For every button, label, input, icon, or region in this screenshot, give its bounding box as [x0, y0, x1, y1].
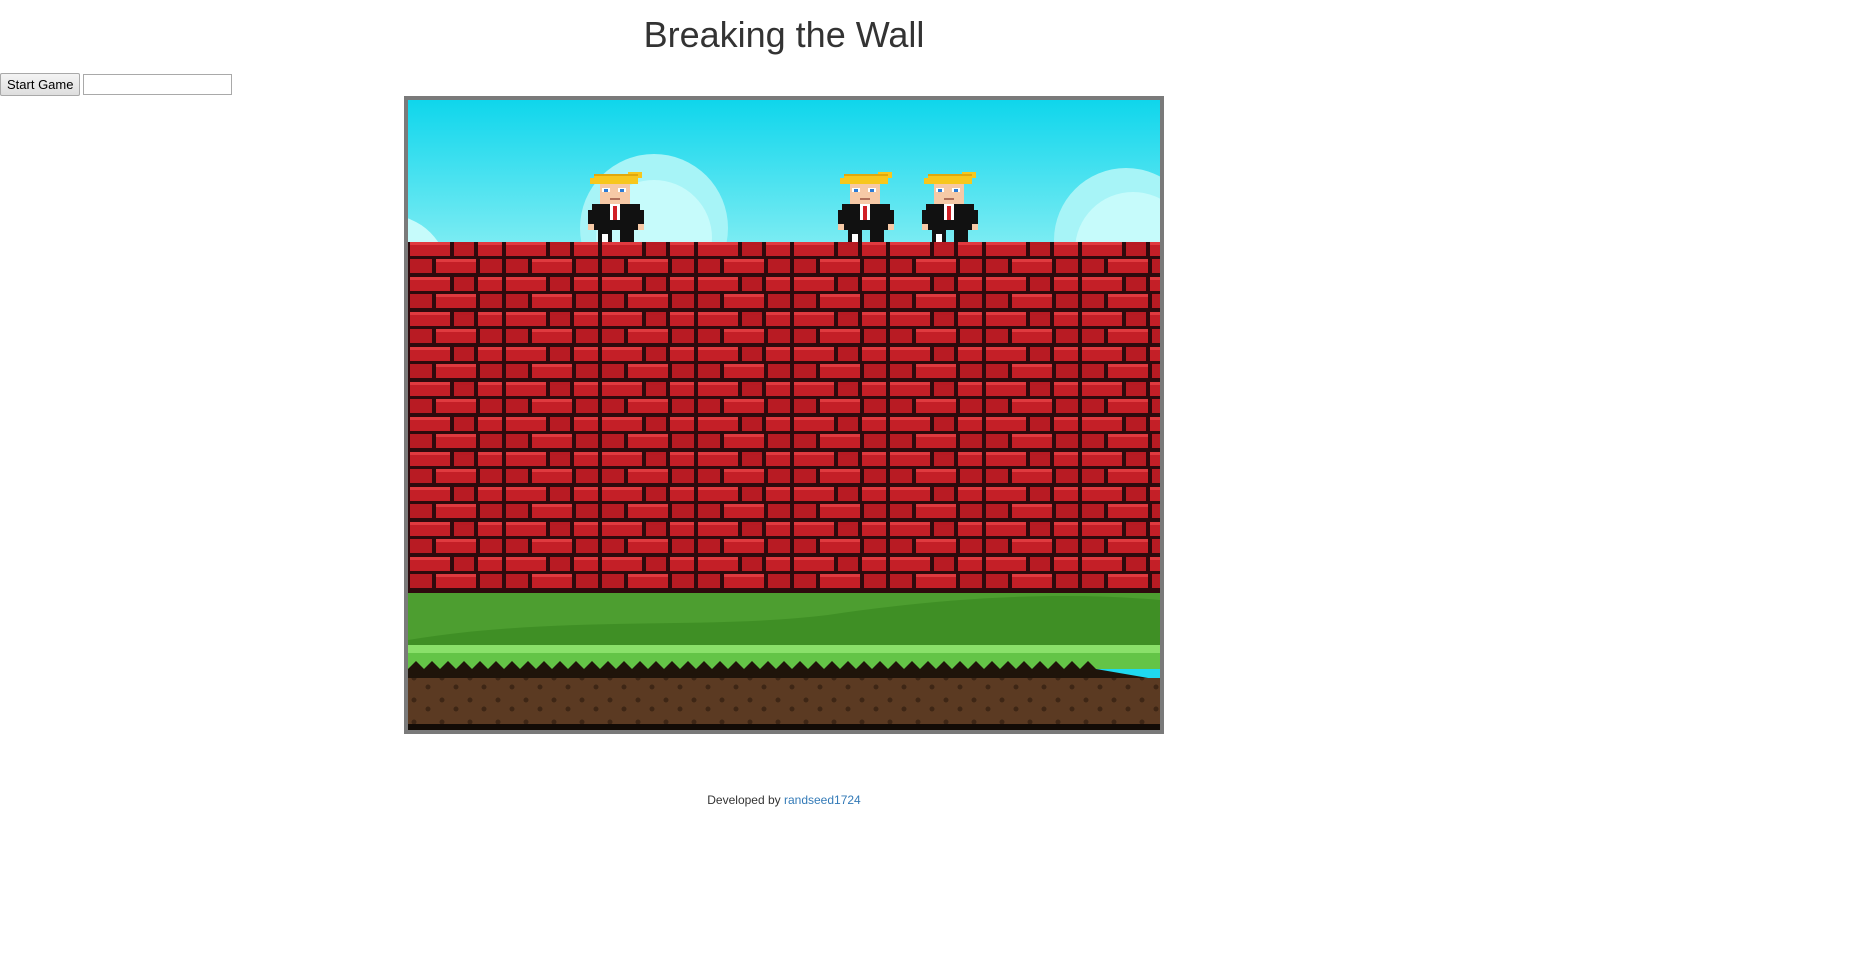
brick-wall — [408, 242, 1160, 592]
controls-bar: Start Game — [0, 73, 233, 96]
page: Breaking the Wall Start Game Developed b… — [0, 0, 1855, 967]
author-link[interactable]: randseed1724 — [784, 793, 861, 807]
game-scene — [408, 100, 1160, 730]
sky — [408, 100, 1160, 245]
game-canvas[interactable] — [404, 96, 1164, 734]
footer-prefix: Developed by — [707, 793, 784, 807]
dirt-ground — [408, 678, 1160, 724]
start-game-button[interactable]: Start Game — [0, 73, 81, 96]
page-title: Breaking the Wall — [643, 14, 925, 55]
footer: Developed by randseed1724 — [0, 793, 1568, 807]
name-input[interactable] — [83, 74, 233, 95]
